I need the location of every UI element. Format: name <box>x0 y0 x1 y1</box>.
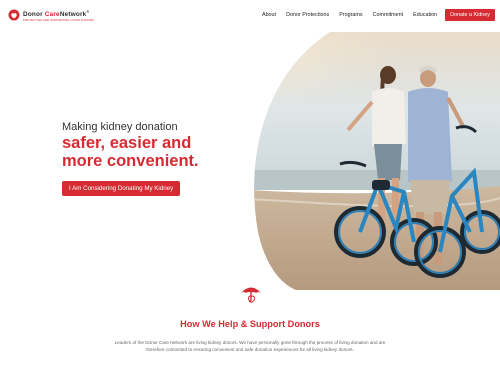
hero-heading: Making kidney donation safer, easier and… <box>62 121 252 170</box>
brand-name: Donor CareNetwork® <box>23 10 90 19</box>
nav-programs[interactable]: Programs <box>339 9 362 21</box>
donate-kidney-button[interactable]: Donate a Kidney <box>445 9 495 21</box>
hero-lead: Making kidney donation <box>62 121 178 133</box>
section-title: How We Help & Support Donors <box>180 319 320 329</box>
nav-commitment[interactable]: Commitment <box>373 9 404 21</box>
brand-tagline: PROTECTING AND SUPPORTING LIVING DONORS <box>23 18 94 23</box>
hero-emphasis-line1: safer, easier and <box>62 134 192 152</box>
section-description-line2: therefore committed to ensuring convenie… <box>146 347 354 352</box>
considering-donating-button[interactable]: I Am Considering Donating My Kidney <box>62 181 181 196</box>
brand-logo[interactable]: Donor CareNetwork® PROTECTING AND SUPPOR… <box>8 9 94 22</box>
section-description: Leaders of the Donor Care Network are li… <box>60 339 440 353</box>
nav-about[interactable]: About <box>262 9 276 21</box>
umbrella-kidney-icon <box>236 279 266 309</box>
section-description-line1: Leaders of the Donor Care Network are li… <box>114 340 386 345</box>
nav-donor-protections[interactable]: Donor Protections <box>286 9 329 21</box>
main-nav: About Donor Protections Programs Commitm… <box>252 9 495 21</box>
hero-banner: Making kidney donation safer, easier and… <box>0 32 500 290</box>
hero-emphasis-line2: more convenient. <box>62 152 199 170</box>
kidney-shield-icon <box>8 9 20 21</box>
nav-education[interactable]: Education <box>413 9 437 21</box>
site-header: Donor CareNetwork® PROTECTING AND SUPPOR… <box>0 0 500 32</box>
